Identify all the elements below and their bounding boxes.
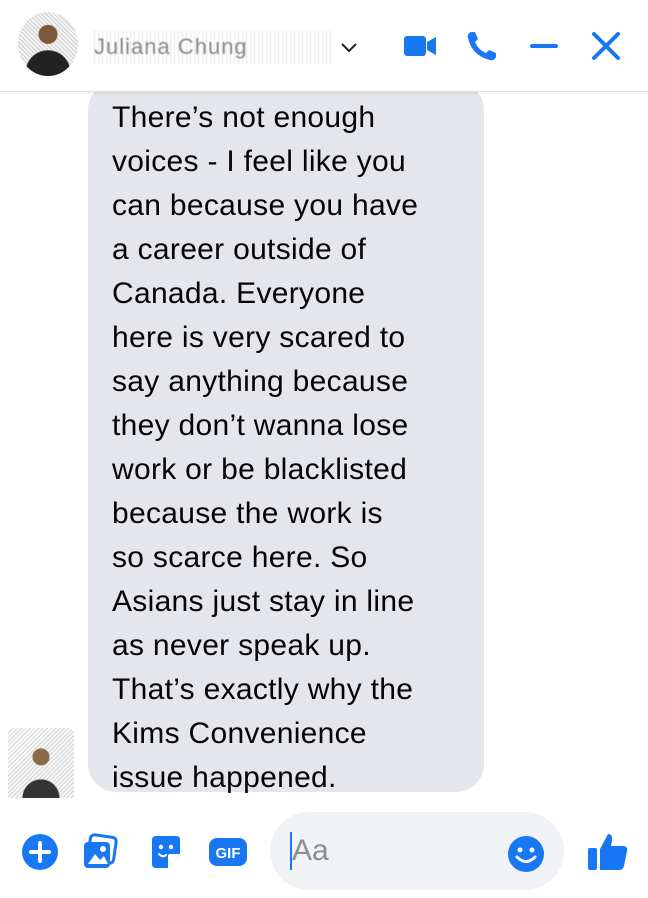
message-line: so scarce here. So	[112, 541, 368, 574]
emoji-icon[interactable]	[506, 834, 546, 874]
minimize-icon[interactable]	[524, 26, 564, 66]
message-thread: There’s not enough voices - I feel like …	[0, 92, 648, 798]
photo-icon[interactable]	[80, 832, 120, 872]
contact-name[interactable]: Juliana Chung	[94, 30, 334, 64]
message-bubble[interactable]: There’s not enough voices - I feel like …	[88, 92, 484, 794]
chevron-down-icon[interactable]	[338, 36, 360, 58]
message-line: That’s exactly why the	[112, 673, 414, 706]
message-line: because the work is	[112, 497, 383, 530]
message-line: say anything because	[112, 365, 409, 398]
message-text: There’s not enough voices - I feel like …	[112, 96, 460, 798]
message-line: a career outside of	[112, 233, 367, 266]
message-line: issue happened.	[112, 761, 337, 794]
message-line: There’s not enough	[112, 101, 376, 134]
message-line: voices - I feel like you	[112, 145, 406, 178]
sender-avatar	[8, 728, 74, 804]
video-call-icon[interactable]	[400, 26, 440, 66]
gif-icon-label: GIF	[216, 845, 241, 862]
message-line: work or be blacklisted	[112, 453, 408, 486]
message-line: as never speak up.	[112, 629, 371, 662]
gif-icon[interactable]: GIF	[208, 832, 248, 872]
sticker-icon[interactable]	[146, 832, 186, 872]
message-line: they don’t wanna lose	[112, 409, 409, 442]
chat-header: Juliana Chung	[0, 0, 648, 92]
message-line: Asians just stay in line	[112, 585, 415, 618]
like-icon[interactable]	[586, 830, 630, 874]
phone-call-icon[interactable]	[462, 26, 502, 66]
message-line: here is very scared to	[112, 321, 406, 354]
message-line: Canada. Everyone	[112, 277, 366, 310]
text-caret	[290, 832, 292, 870]
contact-avatar[interactable]	[18, 12, 78, 76]
plus-icon[interactable]	[20, 832, 60, 872]
close-icon[interactable]	[586, 26, 626, 66]
message-line: Kims Convenience	[112, 717, 367, 750]
message-line: can because you have	[112, 189, 419, 222]
